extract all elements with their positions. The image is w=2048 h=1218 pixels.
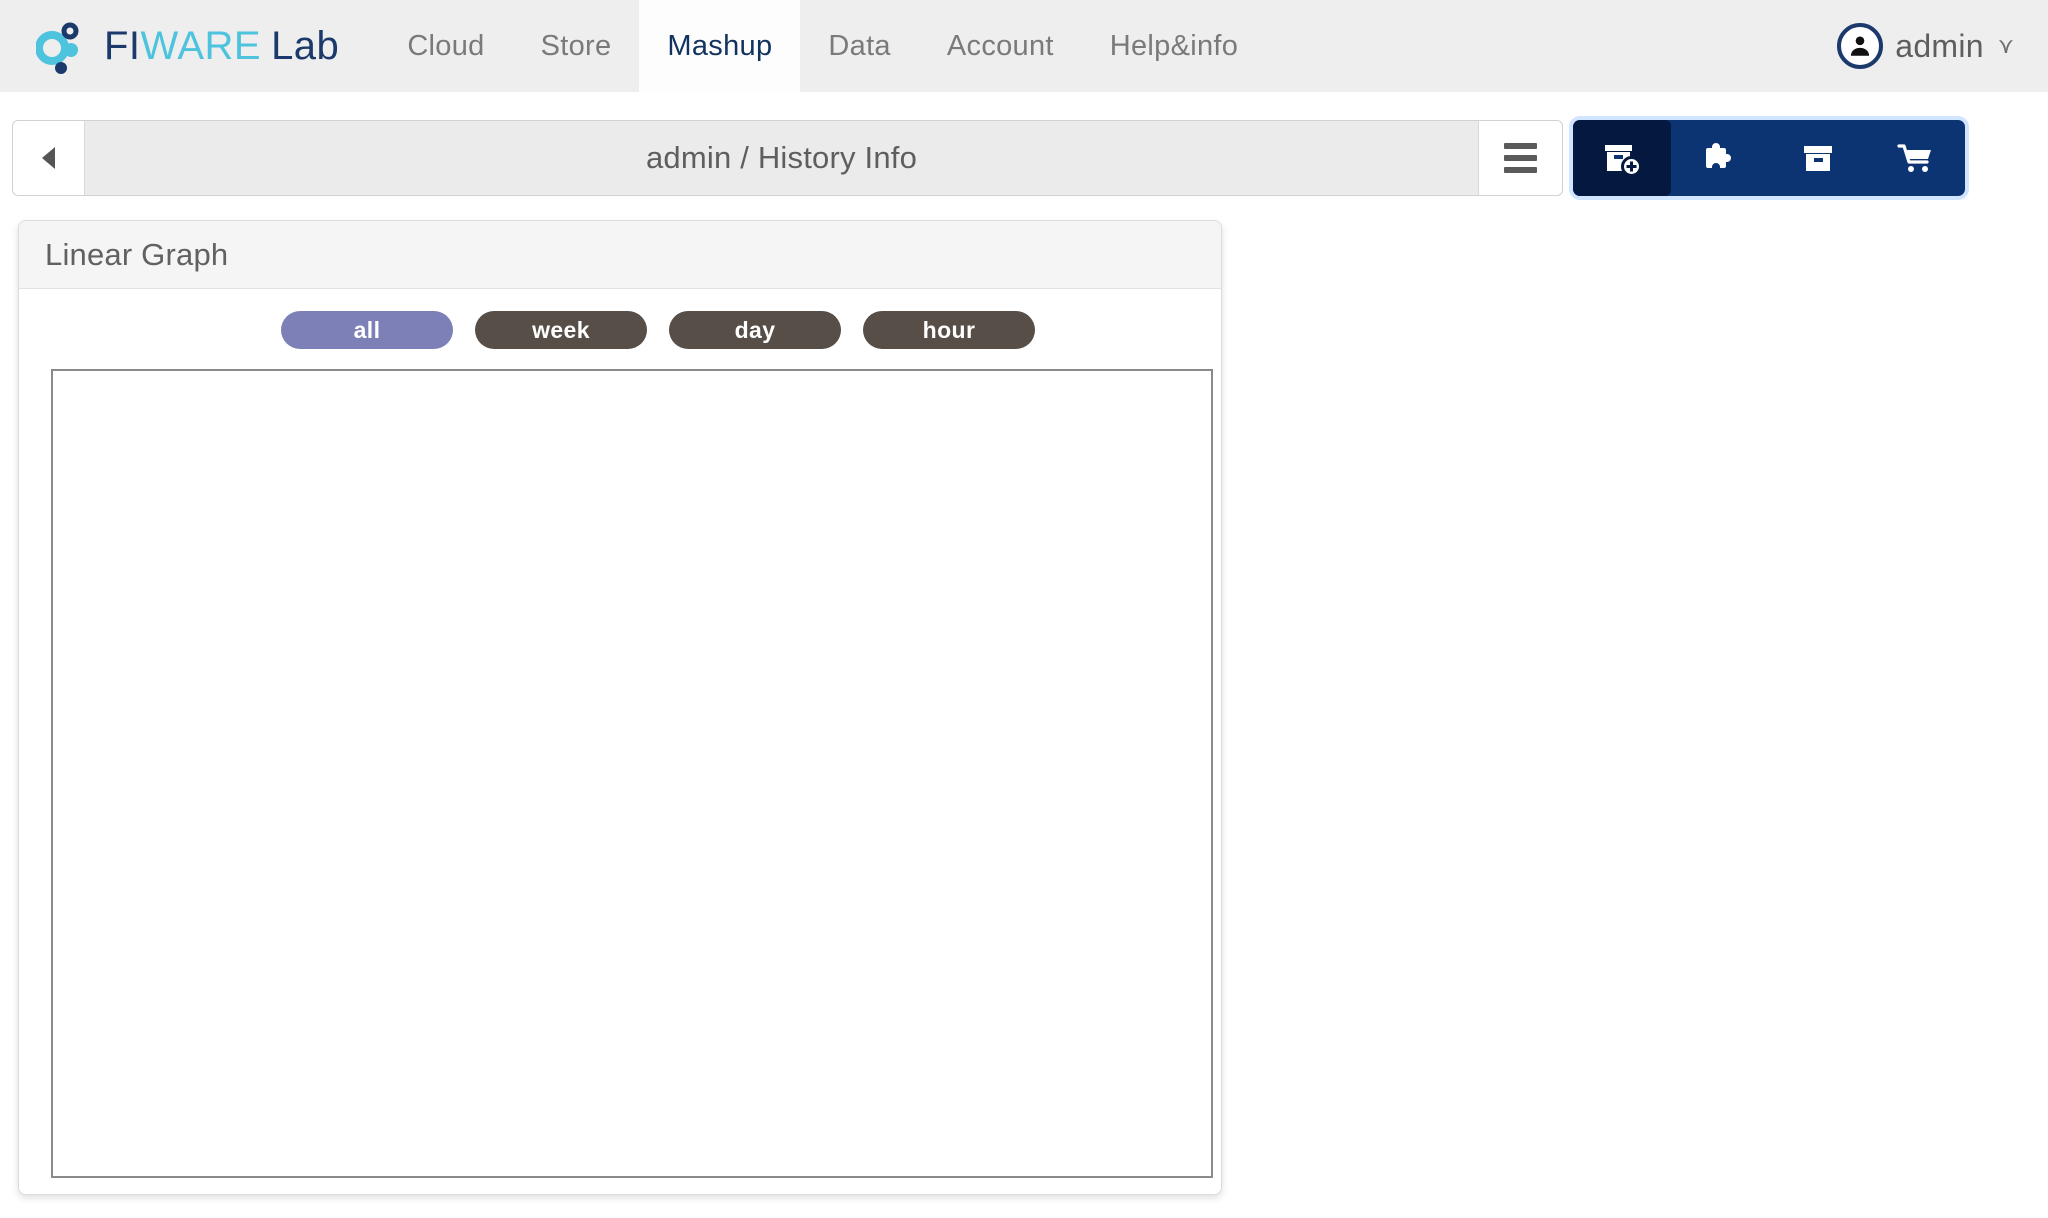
brand-lab: Lab [271,23,340,68]
nav-item-helpinfo[interactable]: Help&info [1082,0,1266,92]
blue-action-toolbar [1573,120,1965,196]
brand-logo[interactable]: FIWARE Lab [0,0,357,92]
time-range-filters: all week day hour [19,289,1221,369]
workspace-button[interactable] [1769,120,1867,196]
new-workspace-button[interactable] [1573,120,1671,196]
hamburger-menu-icon [1504,155,1537,161]
breadcrumb: admin / History Info [645,140,918,175]
brand-ware: WARE [140,23,262,68]
puzzle-piece-icon [1706,143,1731,168]
widget-title: Linear Graph [45,236,229,272]
filter-all[interactable]: all [281,311,453,349]
nav-item-cloud[interactable]: Cloud [379,0,512,92]
fiware-dots-logo-icon [35,18,92,74]
top-header: FIWARE Lab Cloud Store Mashup Data Accoun… [0,0,2048,92]
nav-item-store[interactable]: Store [513,0,640,92]
shopping-cart-icon [1897,144,1931,172]
hamburger-menu-button[interactable] [1478,121,1562,195]
archive-box-icon [1804,146,1832,171]
toolbar-row: admin / History Info [12,120,2036,196]
nav-item-data[interactable]: Data [800,0,918,92]
breadcrumb-bar: admin / History Info [12,120,1563,196]
linear-graph-widget: Linear Graph all week day hour [18,220,1222,1195]
nav-item-account[interactable]: Account [919,0,1082,92]
brand-fi: FI [104,23,141,68]
user-name: admin [1895,27,1984,64]
triangle-left-icon [42,147,55,169]
chevron-double-down-icon: ⋎ [1997,33,2014,58]
widget-body: all week day hour [19,289,1221,1194]
widget-header: Linear Graph [19,221,1221,289]
back-button[interactable] [13,121,85,195]
filter-hour[interactable]: hour [863,311,1035,349]
user-menu[interactable]: admin ⋎ [1837,23,2014,69]
graph-canvas[interactable] [51,369,1213,1178]
filter-week[interactable]: week [475,311,647,349]
marketplace-button[interactable] [1867,120,1965,196]
hamburger-menu-icon [1504,167,1537,173]
hamburger-menu-icon [1504,143,1537,149]
user-avatar-icon [1837,23,1884,69]
filter-day[interactable]: day [669,311,841,349]
nav-item-mashup[interactable]: Mashup [639,0,801,92]
main-navigation: Cloud Store Mashup Data Account Help&inf… [379,0,1266,92]
brand-text: FIWARE Lab [104,24,339,69]
box-plus-icon [1605,145,1642,177]
widgets-button[interactable] [1671,120,1769,196]
